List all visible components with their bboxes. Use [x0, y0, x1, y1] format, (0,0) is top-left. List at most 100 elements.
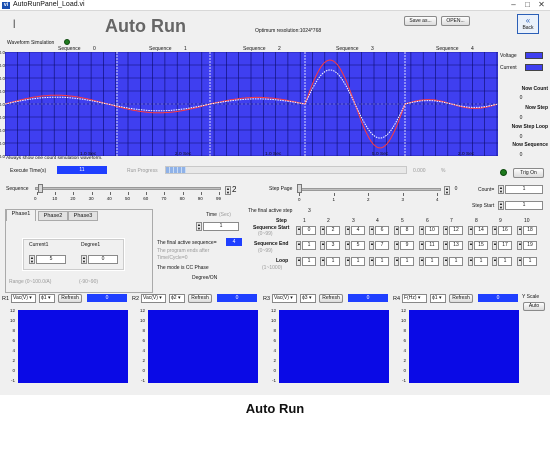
- sequence-start-spinner[interactable]: ▲▼: [394, 226, 403, 235]
- step-start-spinner[interactable]: ▲ ▼: [498, 201, 504, 210]
- trig-on-button[interactable]: Trig On: [513, 168, 544, 178]
- sequence-start-spinner[interactable]: ▲▼: [320, 226, 329, 235]
- sequence-start-spinner[interactable]: ▲▼: [369, 226, 378, 235]
- count-input[interactable]: 1: [505, 185, 543, 194]
- loop-input[interactable]: 1: [326, 257, 340, 266]
- minimize-icon[interactable]: –: [507, 0, 520, 10]
- sequence-end-input[interactable]: 5: [351, 241, 365, 250]
- scope-y-tick: 0: [403, 368, 406, 373]
- loop-input[interactable]: 1: [351, 257, 365, 266]
- scope-phase-select[interactable]: ϕ1 ▾: [39, 294, 55, 303]
- back-button[interactable]: « Back: [517, 14, 539, 34]
- step-start-input[interactable]: 1: [505, 201, 543, 210]
- scope-phase-select[interactable]: ϕ3 ▾: [300, 294, 316, 303]
- scope-refresh-button[interactable]: Refresh: [319, 294, 343, 303]
- sequence-end-input[interactable]: 9: [400, 241, 414, 250]
- step-page-thumb[interactable]: [297, 184, 302, 193]
- scope-phase-select[interactable]: ϕ2 ▾: [169, 294, 185, 303]
- loop-input[interactable]: 1: [375, 257, 389, 266]
- open-button[interactable]: OPEN...: [441, 16, 470, 26]
- sequence-spinner[interactable]: ▲ ▼: [225, 186, 231, 195]
- loop-spinner[interactable]: ▲▼: [492, 257, 501, 266]
- loop-spinner[interactable]: ▲▼: [517, 257, 526, 266]
- save-as-button[interactable]: Save as...: [404, 16, 437, 26]
- scope-unit-select[interactable]: Vac(V) ▾: [272, 294, 297, 303]
- scope-refresh-button[interactable]: Refresh: [188, 294, 212, 303]
- sequence-end-spinner[interactable]: ▲▼: [468, 241, 477, 250]
- sequence-end-spinner[interactable]: ▲▼: [394, 241, 403, 250]
- sequence-start-input[interactable]: 12: [449, 226, 463, 235]
- sequence-end-spinner[interactable]: ▲▼: [369, 241, 378, 250]
- voltage-swatch[interactable]: [525, 52, 543, 59]
- loop-input[interactable]: 1: [302, 257, 316, 266]
- step-number: 9: [499, 218, 502, 224]
- sequence-start-spinner[interactable]: ▲▼: [345, 226, 354, 235]
- sequence-start-input[interactable]: 18: [523, 226, 537, 235]
- loop-spinner[interactable]: ▲▼: [369, 257, 378, 266]
- sequence-start-spinner[interactable]: ▲▼: [419, 226, 428, 235]
- sequence-start-spinner[interactable]: ▲▼: [468, 226, 477, 235]
- loop-spinner[interactable]: ▲▼: [345, 257, 354, 266]
- loop-spinner[interactable]: ▲▼: [394, 257, 403, 266]
- phase-tab[interactable]: Phase1: [6, 209, 36, 221]
- sequence-end-spinner[interactable]: ▲▼: [345, 241, 354, 250]
- sequence-start-input[interactable]: 16: [498, 226, 512, 235]
- close-icon[interactable]: ✕: [535, 0, 548, 10]
- step-page-spinner[interactable]: ▲ ▼: [444, 186, 450, 195]
- scope-unit-select[interactable]: Vac(V) ▾: [141, 294, 166, 303]
- sequence-start-spinner[interactable]: ▲▼: [492, 226, 501, 235]
- sequence-end-input[interactable]: 7: [375, 241, 389, 250]
- sequence-end-spinner[interactable]: ▲▼: [296, 241, 305, 250]
- sequence-start-input[interactable]: 14: [474, 226, 488, 235]
- scope-unit-select[interactable]: F(Hz) ▾: [402, 294, 427, 303]
- sequence-end-spinner[interactable]: ▲▼: [320, 241, 329, 250]
- time-spinner[interactable]: ▲ ▼: [196, 222, 202, 231]
- scope-phase-select[interactable]: ϕ1 ▾: [430, 294, 446, 303]
- step-page-track[interactable]: [297, 188, 441, 191]
- sequence-end-input[interactable]: 19: [523, 241, 537, 250]
- loop-spinner[interactable]: ▲▼: [443, 257, 452, 266]
- loop-spinner[interactable]: ▲▼: [296, 257, 305, 266]
- sequence-end-spinner[interactable]: ▲▼: [443, 241, 452, 250]
- loop-input[interactable]: 1: [474, 257, 488, 266]
- sequence-start-input[interactable]: 2: [326, 226, 340, 235]
- y-scale-auto-button[interactable]: Auto: [523, 302, 545, 311]
- loop-spinner[interactable]: ▲▼: [320, 257, 329, 266]
- sequence-end-input[interactable]: 1: [302, 241, 316, 250]
- loop-spinner[interactable]: ▲▼: [419, 257, 428, 266]
- current-swatch[interactable]: [525, 64, 543, 71]
- loop-spinner[interactable]: ▲▼: [468, 257, 477, 266]
- sequence-start-input[interactable]: 6: [375, 226, 389, 235]
- sequence-end-input[interactable]: 3: [326, 241, 340, 250]
- sequence-end-spinner[interactable]: ▲▼: [492, 241, 501, 250]
- loop-input[interactable]: 1: [523, 257, 537, 266]
- sequence-end-input[interactable]: 11: [425, 241, 439, 250]
- sequence-end-input[interactable]: 15: [474, 241, 488, 250]
- sequence-start-input[interactable]: 8: [400, 226, 414, 235]
- sequence-end-spinner[interactable]: ▲▼: [419, 241, 428, 250]
- sequence-slider-thumb[interactable]: [38, 184, 43, 193]
- phase-tab[interactable]: Phase3: [68, 211, 98, 221]
- sequence-start-input[interactable]: 10: [425, 226, 439, 235]
- loop-input[interactable]: 1: [425, 257, 439, 266]
- sequence-start-spinner[interactable]: ▲▼: [443, 226, 452, 235]
- time-input[interactable]: 1: [203, 222, 239, 231]
- sequence-start-input[interactable]: 4: [351, 226, 365, 235]
- sequence-end-input[interactable]: 13: [449, 241, 463, 250]
- sequence-start-input[interactable]: 0: [302, 226, 316, 235]
- scope-refresh-button[interactable]: Refresh: [58, 294, 82, 303]
- maximize-icon[interactable]: □: [521, 0, 534, 10]
- run-progress-bar: [165, 166, 407, 174]
- sequence-end-spinner[interactable]: ▲▼: [517, 241, 526, 250]
- scope-refresh-button[interactable]: Refresh: [449, 294, 473, 303]
- sequence-start-spinner[interactable]: ▲▼: [517, 226, 526, 235]
- phase-tab[interactable]: Phase2: [38, 211, 68, 221]
- loop-input[interactable]: 1: [449, 257, 463, 266]
- loop-input[interactable]: 1: [400, 257, 414, 266]
- sequence-end-input[interactable]: 17: [498, 241, 512, 250]
- sequence-slider-track[interactable]: [35, 187, 221, 190]
- count-spinner[interactable]: ▲ ▼: [498, 185, 504, 194]
- scope-unit-select[interactable]: Vac(V) ▾: [11, 294, 36, 303]
- sequence-start-spinner[interactable]: ▲▼: [296, 226, 305, 235]
- loop-input[interactable]: 1: [498, 257, 512, 266]
